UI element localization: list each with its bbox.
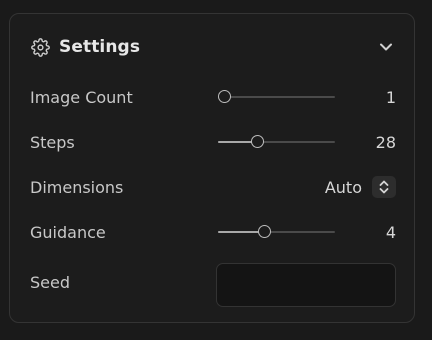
seed-input[interactable] <box>216 263 396 307</box>
gear-icon <box>30 37 50 57</box>
seed-label: Seed <box>30 272 70 292</box>
image-count-row: Image Count 1 <box>30 82 396 112</box>
steps-value: 28 <box>375 132 396 152</box>
guidance-value: 4 <box>385 222 396 242</box>
dimensions-label: Dimensions <box>30 177 124 197</box>
settings-title: Settings <box>59 37 141 57</box>
guidance-slider[interactable] <box>218 225 335 239</box>
image-count-label: Image Count <box>30 87 133 107</box>
slider-track <box>218 96 335 98</box>
image-count-slider[interactable] <box>218 90 335 104</box>
dimensions-select[interactable]: Auto <box>325 172 396 202</box>
chevron-up-down-icon[interactable] <box>372 176 396 198</box>
settings-header[interactable]: Settings <box>30 36 396 58</box>
dimensions-row: Dimensions Auto <box>30 172 396 202</box>
steps-slider[interactable] <box>218 135 335 149</box>
settings-panel: Settings Image Count 1 Steps 28 Dimensio… <box>9 13 415 323</box>
slider-thumb[interactable] <box>251 135 264 148</box>
steps-label: Steps <box>30 132 75 152</box>
steps-row: Steps 28 <box>30 127 396 157</box>
slider-thumb[interactable] <box>257 225 271 238</box>
seed-row: Seed <box>30 263 396 307</box>
guidance-label: Guidance <box>30 222 106 242</box>
guidance-row: Guidance 4 <box>30 217 396 247</box>
dimensions-value: Auto <box>324 177 362 197</box>
chevron-down-icon[interactable] <box>376 37 396 57</box>
image-count-value: 1 <box>385 87 396 107</box>
slider-thumb[interactable] <box>218 90 231 103</box>
